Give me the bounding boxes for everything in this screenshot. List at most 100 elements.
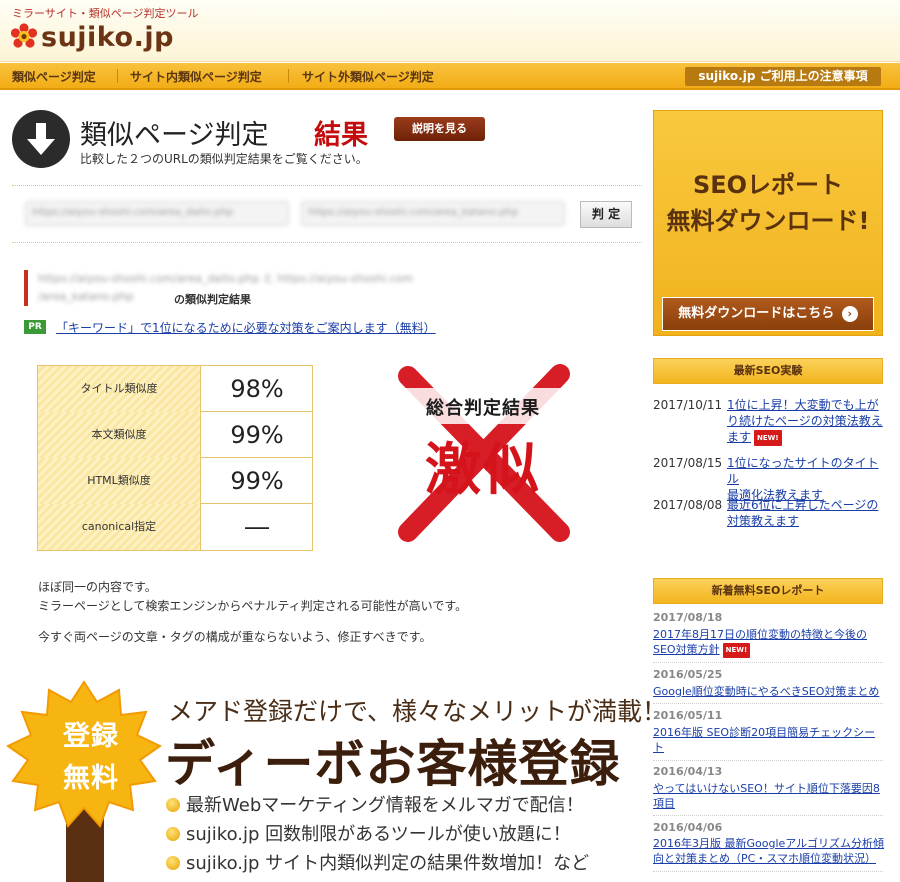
report-link[interactable]: 2017年8月17日の順位変動の特徴と今後の SEO対策方針 NEW!	[653, 627, 885, 658]
nav-separator	[288, 69, 289, 83]
report-link-line: 2017年8月17日の順位変動の特徴と今後の	[653, 628, 867, 641]
table-row: HTML類似度 99%	[38, 458, 312, 504]
score-value: 98%	[230, 375, 284, 403]
url-input-1[interactable]: https://aiyou-shoshi.com/area_daito.php	[25, 201, 289, 226]
score-label: タイトル類似度	[38, 366, 201, 412]
flower-logo-icon	[10, 23, 38, 48]
page-subtitle: 比較した２つのURLの類似判定結果をご覧ください。	[80, 152, 368, 166]
promo-tagline: メアド登録だけで、様々なメリットが満載！	[168, 697, 668, 726]
report-link[interactable]: 2016年3月版 最新Googleアルゴリズム分析傾 向と対策まとめ（PC・スマ…	[653, 836, 885, 866]
promo-bullet-text: sujiko.jp サイト内類似判定の結果件数増加！など	[186, 853, 590, 874]
logo-text: sujiko.jp	[41, 21, 174, 53]
verdict-line: 今すぐ両ページの文章・タグの構成が重ならないよう、修正すべきです。	[38, 630, 432, 644]
seo-banner-title: SEOレポート 無料ダウンロード!	[654, 167, 882, 239]
promo-headline[interactable]: ディーボお客様登録	[165, 724, 621, 796]
report-link[interactable]: 2016年版 SEO診断20項目簡易チェックシー ト	[653, 725, 885, 755]
result-heading-bar	[24, 270, 28, 306]
compared-urls-line: /area_katano.php	[38, 290, 134, 303]
score-label: HTML類似度	[38, 458, 201, 504]
score-label: canonical指定	[38, 504, 201, 550]
chevron-right-icon: ›	[841, 305, 858, 322]
report-link-line: SEO対策方針 NEW!	[653, 642, 885, 658]
site-tagline: ミラーサイト・類似ページ判定ツール	[12, 7, 199, 20]
arrow-down-circle-icon	[12, 110, 70, 168]
experiment-link[interactable]: 最近6位に上昇したページの 対策教えます	[727, 497, 885, 529]
download-button[interactable]: 無料ダウンロードはこちら ›	[662, 297, 874, 331]
site-header: ミラーサイト・類似ページ判定ツール sujiko.jp	[0, 0, 900, 62]
report-link-line: やってはいけないSEO！サイト順位下落要因8	[653, 782, 880, 795]
report-date: 2016/05/25	[653, 668, 723, 681]
result-heading-suffix: の類似判定結果	[174, 293, 251, 306]
score-label: 本文類似度	[38, 412, 201, 458]
verdict-line: ミラーページとして検索エンジンからペナルティ判定される可能性が高いです。	[38, 599, 468, 613]
judge-button[interactable]: 判 定	[580, 201, 632, 228]
report-link-line: 項目	[653, 797, 675, 810]
pr-badge: PR	[24, 320, 46, 334]
report-date: 2017/08/18	[653, 611, 723, 624]
score-value: 99%	[230, 421, 284, 449]
report-link[interactable]: Google順位変動時にやるべきSEO対策まとめ	[653, 684, 885, 699]
nav-separator	[117, 69, 118, 83]
table-row: 本文類似度 99%	[38, 412, 312, 458]
experiment-link-line: 1位に上昇！大変動でも上が	[727, 398, 879, 412]
page-title: 類似ページ判定	[80, 120, 269, 151]
report-divider	[653, 760, 883, 761]
nav-site-external[interactable]: サイト外類似ページ判定	[302, 68, 434, 85]
similarity-table: タイトル類似度 98% 本文類似度 99% HTML類似度 99% canoni…	[37, 365, 313, 551]
experiment-link-line: ます NEW!	[727, 429, 885, 446]
experiment-link-line: り続けたページの対策法教え	[727, 414, 883, 428]
seo-banner-line: 無料ダウンロード!	[666, 207, 870, 235]
score-value: ―	[245, 513, 269, 541]
verdict-title: 総合判定結果	[426, 398, 540, 419]
verdict-line: ほぼ同一の内容です。	[38, 580, 157, 594]
seo-report-banner[interactable]: SEOレポート 無料ダウンロード! 無料ダウンロードはこちら ›	[653, 110, 883, 336]
report-divider	[653, 871, 883, 872]
burst-line: 無料	[63, 763, 119, 794]
experiments-heading: 最新SEO実験	[653, 358, 883, 384]
report-link[interactable]: やってはいけないSEO！サイト順位下落要因8 項目	[653, 781, 885, 811]
bullet-dot-icon	[166, 798, 180, 812]
experiment-date: 2017/10/11	[653, 398, 723, 412]
report-divider	[653, 662, 883, 663]
report-link-line: Google順位変動時にやるべきSEO対策まとめ	[653, 685, 880, 698]
experiment-date: 2017/08/08	[653, 498, 723, 512]
pr-link[interactable]: 「キーワード」で1位になるために必要な対策をご案内します（無料）	[56, 319, 436, 336]
report-link-line: 向と対策まとめ（PC・スマホ順位変動状況）	[653, 852, 876, 865]
experiment-date: 2017/08/15	[653, 456, 723, 470]
bullet-dot-icon	[166, 856, 180, 870]
nav-notice-button[interactable]: sujiko.jp ご利用上の注意事項	[685, 67, 881, 86]
page-title-accent: 結果	[314, 120, 368, 151]
promo-bullet: sujiko.jp 回数制限があるツールが使い放題に！	[166, 820, 571, 846]
table-row: canonical指定 ―	[38, 504, 312, 550]
promo-bullet: sujiko.jp サイト内類似判定の結果件数増加！など	[166, 849, 589, 875]
new-badge: NEW!	[722, 643, 751, 658]
experiment-link[interactable]: 1位に上昇！大変動でも上が り続けたページの対策法教え ます NEW!	[727, 397, 885, 446]
download-button-label: 無料ダウンロードはこちら	[678, 306, 835, 321]
promo-bullet-text: sujiko.jp 回数制限があるツールが使い放題に！	[186, 824, 571, 845]
report-link-line: ト	[653, 741, 664, 754]
experiment-link-line: 対策教えます	[727, 514, 800, 528]
explain-button[interactable]: 説明を見る	[394, 117, 485, 141]
experiment-link-line: 最近6位に上昇したページの	[727, 498, 879, 512]
report-date: 2016/04/13	[653, 765, 723, 778]
table-row: タイトル類似度 98%	[38, 366, 312, 412]
report-date: 2016/05/11	[653, 709, 723, 722]
nav-site-internal[interactable]: サイト内類似ページ判定	[130, 68, 262, 85]
compared-urls-line: https://aiyou-shoshi.com/area_daito.php …	[38, 272, 413, 285]
new-badge: NEW!	[754, 430, 782, 446]
report-divider	[653, 815, 883, 816]
url-input-2[interactable]: https://aiyou-shoshi.com/area_katano.php	[301, 201, 565, 226]
score-value: 99%	[230, 467, 284, 495]
seo-banner-line: SEOレポート	[692, 171, 844, 199]
experiment-link[interactable]: 1位になったサイトのタイトル 最適化法教えます	[727, 455, 885, 503]
nav-similar-page[interactable]: 類似ページ判定	[12, 68, 96, 85]
burst-line: 登録	[63, 721, 119, 752]
promo-bullet: 最新Webマーケティング情報をメルマガで配信！	[166, 791, 584, 817]
compared-urls: https://aiyou-shoshi.com/area_daito.php …	[38, 270, 558, 306]
bullet-dot-icon	[166, 827, 180, 841]
verdict-value: 激似	[425, 438, 541, 503]
main-nav: 類似ページ判定 サイト内類似ページ判定 サイト外類似ページ判定 sujiko.j…	[0, 63, 900, 90]
promo-bullet-text: 最新Webマーケティング情報をメルマガで配信！	[186, 795, 584, 816]
site-logo[interactable]: sujiko.jp	[10, 20, 174, 54]
report-divider	[653, 703, 883, 704]
